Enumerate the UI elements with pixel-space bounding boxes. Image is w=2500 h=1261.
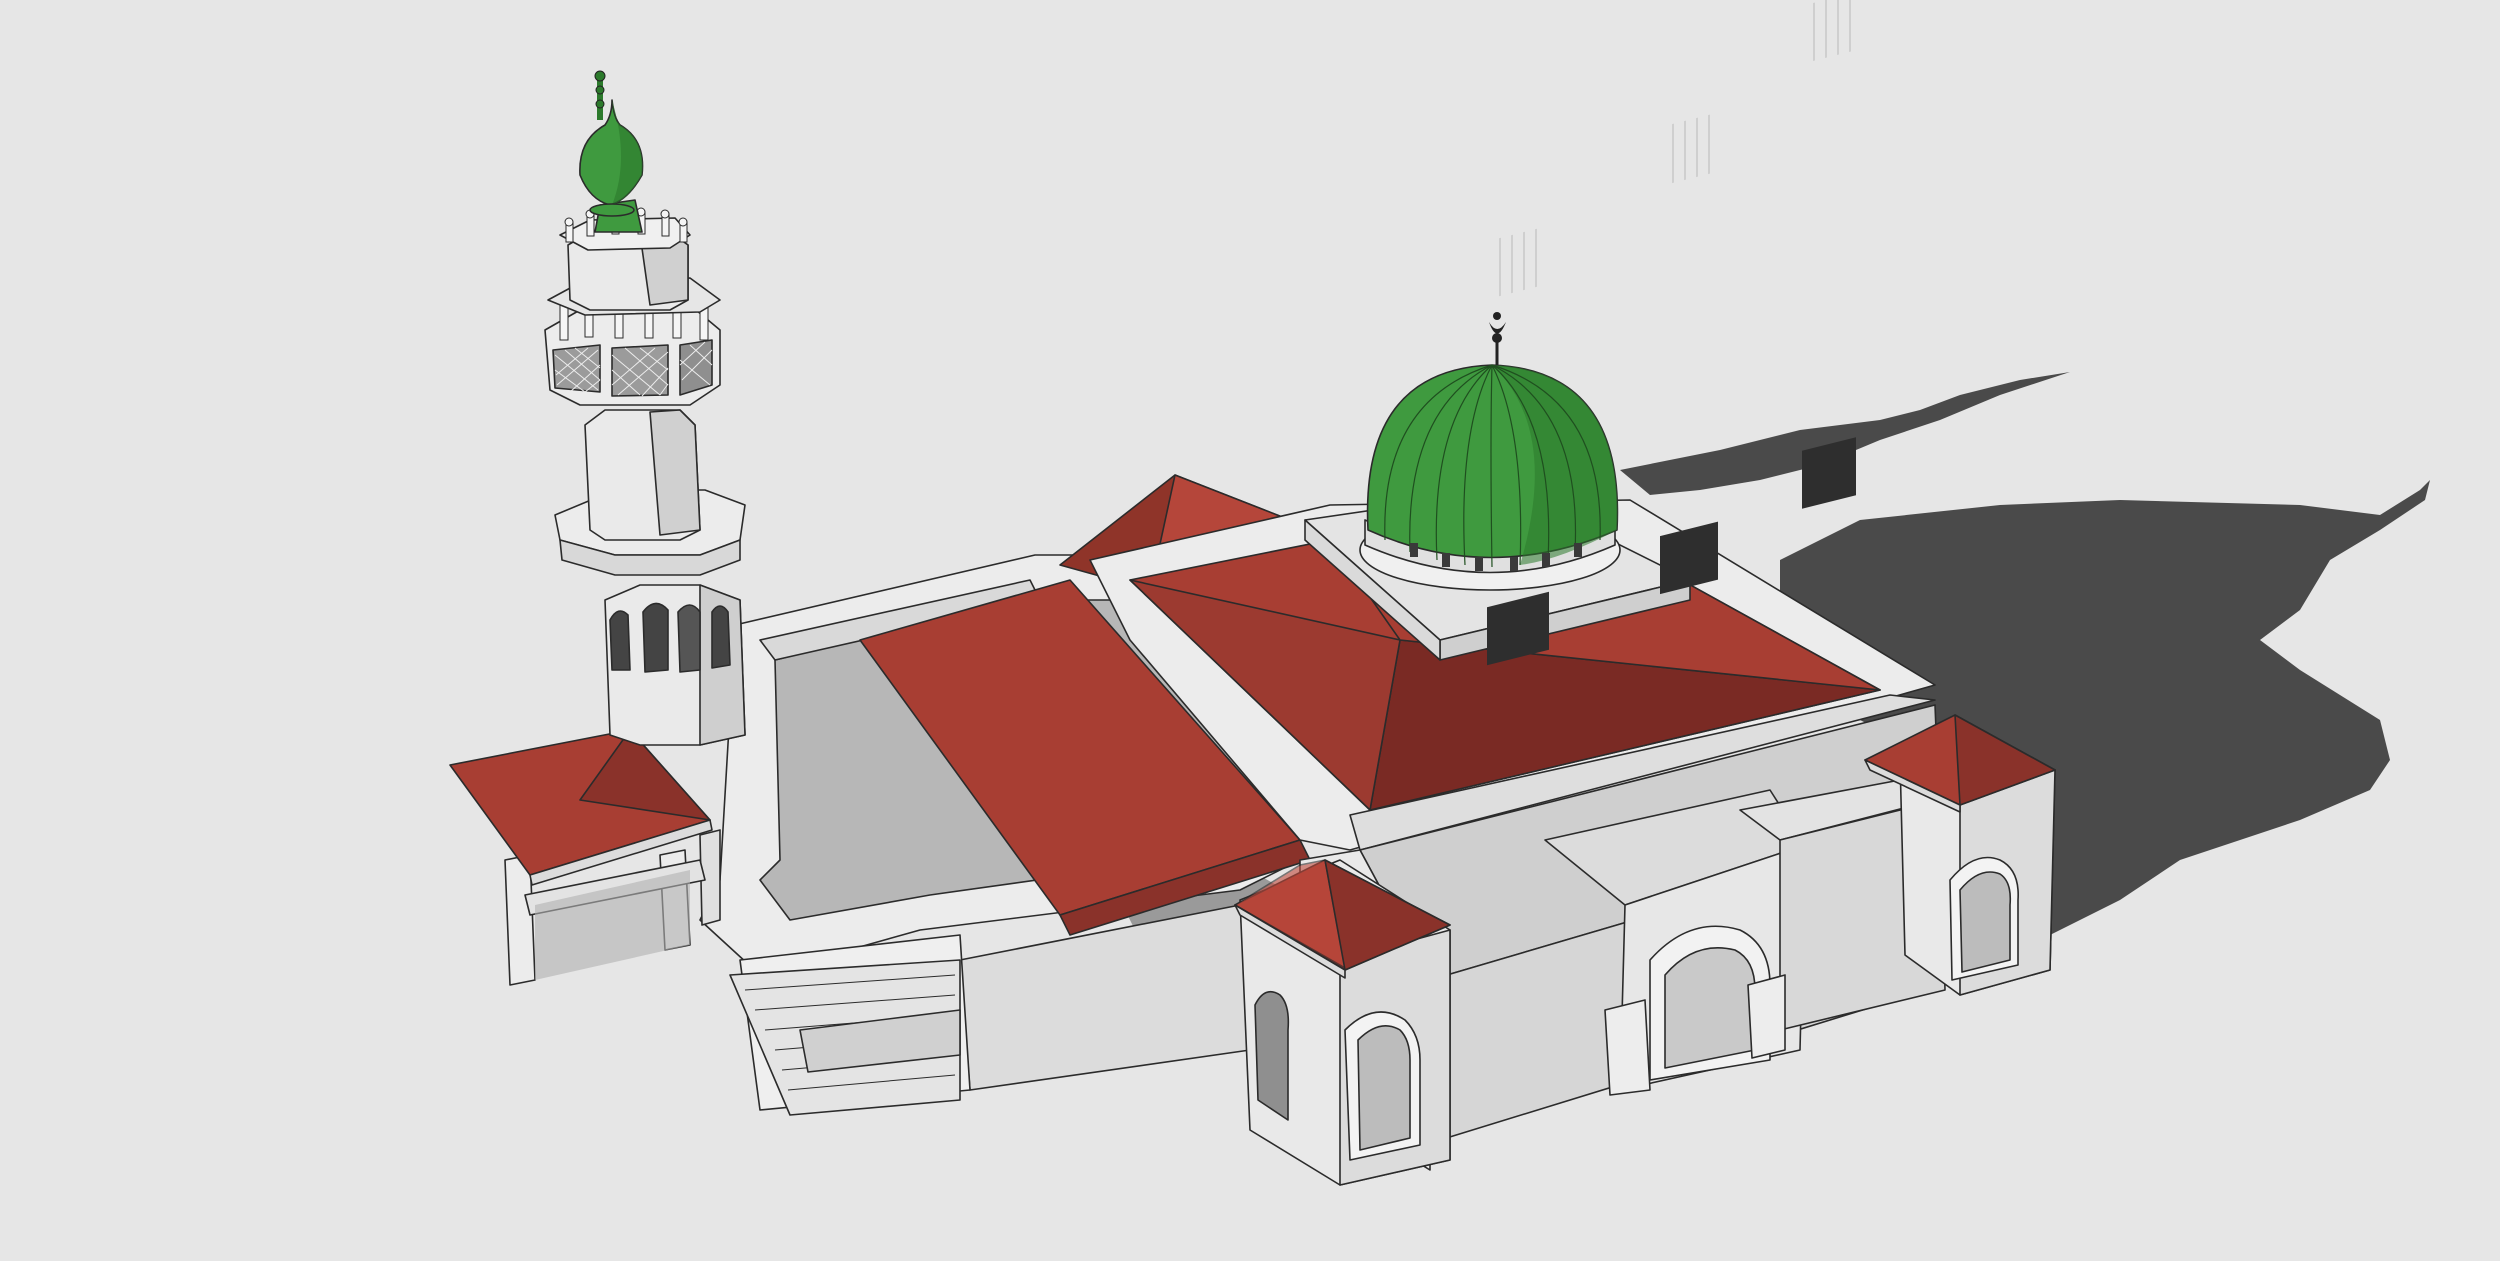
crescent-finial-icon (1489, 312, 1506, 365)
model-viewport[interactable] (0, 0, 2500, 1261)
mosque-scene (449, 0, 2430, 1186)
minaret (544, 70, 746, 746)
corner-pavilion-front (1234, 859, 1451, 1186)
minaret-finial-icon (579, 70, 644, 233)
left-porch (449, 729, 721, 986)
